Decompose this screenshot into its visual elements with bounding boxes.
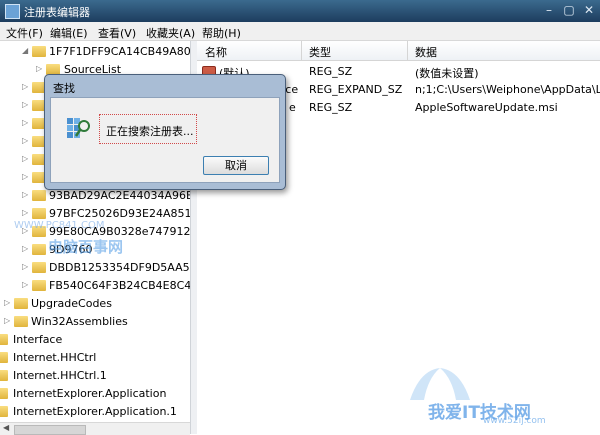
folder-icon (0, 388, 8, 399)
watermark-pc841-cn: 电脑百事网 (48, 238, 124, 256)
folder-icon (0, 370, 8, 381)
menu-edit[interactable]: 编辑(E) (50, 25, 88, 41)
menu-view[interactable]: 查看(V) (98, 25, 136, 41)
list-header: 名称 类型 数据 (197, 41, 600, 61)
column-name[interactable]: 名称 (205, 44, 227, 60)
folder-icon (32, 46, 46, 57)
watermark-52ij-url: www.52ij.com (483, 416, 546, 426)
expand-icon[interactable]: ▷ (22, 245, 29, 253)
folder-icon (32, 190, 46, 201)
menu-file[interactable]: 文件(F) (6, 25, 43, 41)
menu-favorites[interactable]: 收藏夹(A) (146, 25, 195, 41)
expand-icon[interactable]: ▷ (36, 65, 43, 73)
search-status-box: 正在搜索注册表... (99, 114, 197, 144)
expand-icon[interactable]: ▷ (22, 155, 29, 163)
dialog-title: 查找 (53, 82, 75, 95)
column-separator[interactable] (407, 41, 408, 60)
folder-icon (32, 262, 46, 273)
collapse-icon[interactable]: ◢ (22, 47, 29, 55)
expand-icon[interactable]: ▷ (22, 83, 29, 91)
column-separator[interactable] (301, 41, 302, 60)
folder-icon (0, 352, 8, 363)
tree-horizontal-scrollbar[interactable]: ◀ (0, 422, 190, 435)
folder-icon (0, 406, 8, 417)
folder-icon (32, 280, 46, 291)
watermark-pc841-url: WWW.PC841.COM (14, 220, 105, 231)
expand-icon[interactable]: ▷ (4, 299, 11, 307)
find-dialog[interactable]: 查找 正在搜索注册表... 取消 (44, 74, 286, 190)
registry-search-icon (67, 118, 90, 138)
cancel-button[interactable]: 取消 (203, 156, 269, 175)
folder-icon (14, 316, 28, 327)
expand-icon[interactable]: ▷ (22, 101, 29, 109)
expand-icon[interactable]: ▷ (22, 173, 29, 181)
menu-bar: 文件(F) 编辑(E) 查看(V) 收藏夹(A) 帮助(H) (0, 22, 600, 41)
window-titlebar[interactable]: 注册表编辑器 – ▢ ✕ (0, 0, 600, 22)
folder-icon (32, 208, 46, 219)
expand-icon[interactable]: ▷ (22, 137, 29, 145)
minimize-icon[interactable]: – (540, 2, 558, 18)
dialog-body: 正在搜索注册表... 取消 (50, 97, 280, 183)
expand-icon[interactable]: ▷ (22, 119, 29, 127)
regedit-app-icon (5, 4, 20, 19)
column-type[interactable]: 类型 (309, 44, 331, 60)
expand-icon[interactable]: ▷ (22, 191, 29, 199)
maximize-icon[interactable]: ▢ (560, 2, 578, 18)
menu-help[interactable]: 帮助(H) (202, 25, 241, 41)
close-icon[interactable]: ✕ (580, 2, 598, 18)
search-status-text: 正在搜索注册表... (106, 125, 194, 138)
folder-icon (0, 334, 8, 345)
expand-icon[interactable]: ▷ (22, 281, 29, 289)
window-title: 注册表编辑器 (24, 6, 90, 19)
folder-icon (32, 244, 46, 255)
expand-icon[interactable]: ▷ (22, 263, 29, 271)
scroll-left-icon[interactable]: ◀ (3, 423, 9, 432)
column-data[interactable]: 数据 (415, 44, 437, 60)
expand-icon[interactable]: ▷ (4, 317, 11, 325)
expand-icon[interactable]: ▷ (22, 209, 29, 217)
folder-icon (14, 298, 28, 309)
